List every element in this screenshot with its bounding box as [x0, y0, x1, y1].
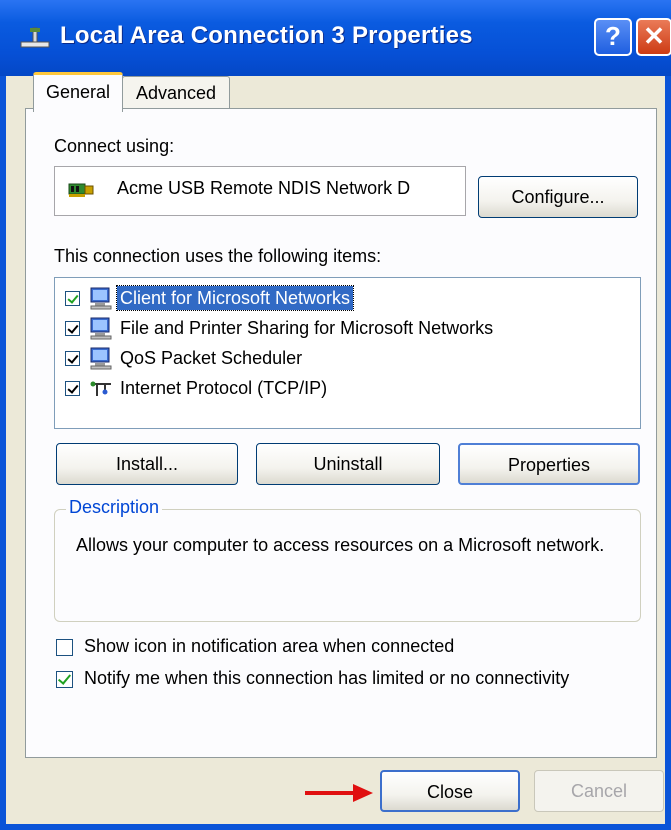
adapter-field: Acme USB Remote NDIS Network D — [54, 166, 466, 216]
item-checkbox[interactable] — [65, 291, 80, 306]
cancel-button: Cancel — [534, 770, 664, 812]
qos-scheduler-icon — [90, 347, 112, 370]
item-checkbox[interactable] — [65, 351, 80, 366]
items-list-label: This connection uses the following items… — [54, 246, 382, 266]
close-button[interactable]: Close — [380, 770, 520, 812]
pointer-arrow-icon — [305, 784, 373, 802]
adapter-name: Acme USB Remote NDIS Network D — [117, 178, 411, 198]
file-printer-sharing-icon — [90, 317, 112, 340]
network-client-icon — [90, 287, 112, 310]
show-icon-label[interactable]: Show icon in notification area when conn… — [84, 636, 454, 657]
network-adapter-icon — [68, 183, 94, 197]
notify-checkbox[interactable] — [56, 671, 73, 688]
configure-button[interactable]: Configure... — [478, 176, 638, 218]
protocol-icon — [90, 381, 111, 396]
item-checkbox[interactable] — [65, 321, 80, 336]
description-text: Allows your computer to access resources… — [76, 535, 605, 555]
install-button[interactable]: Install... — [56, 443, 238, 485]
description-title: Description — [66, 497, 163, 518]
description-groupbox — [54, 509, 641, 622]
properties-button[interactable]: Properties — [458, 443, 640, 485]
notify-label[interactable]: Notify me when this connection has limit… — [84, 668, 569, 689]
item-checkbox[interactable] — [65, 381, 80, 396]
item-label: Internet Protocol (TCP/IP) — [120, 378, 328, 398]
connect-using-label: Connect using: — [54, 136, 175, 156]
connection-items-list[interactable]: Client for Microsoft Networks File and P… — [54, 277, 641, 429]
show-icon-checkbox[interactable] — [56, 639, 73, 656]
item-label: QoS Packet Scheduler — [120, 348, 303, 368]
item-label: Client for Microsoft Networks — [115, 285, 355, 311]
item-label: File and Printer Sharing for Microsoft N… — [120, 318, 494, 338]
uninstall-button[interactable]: Uninstall — [256, 443, 440, 485]
